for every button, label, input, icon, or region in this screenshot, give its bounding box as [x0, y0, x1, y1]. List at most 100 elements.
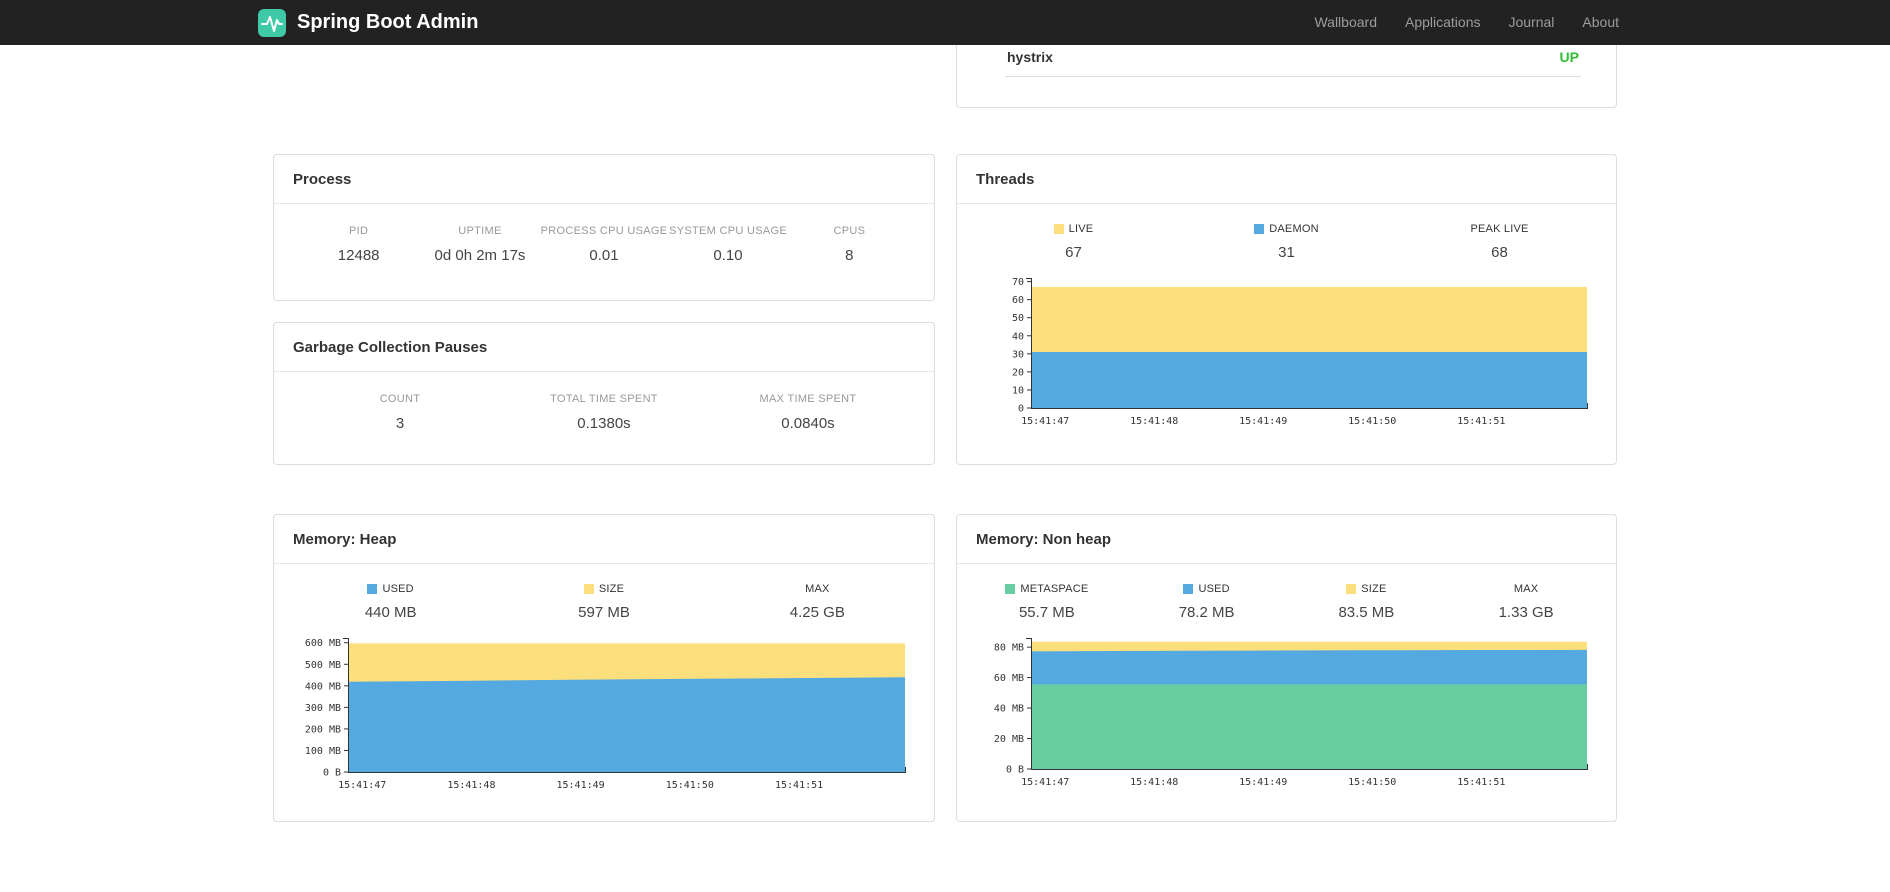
- nonheap-legend: METASPACE 55.7 MB USED 78.2 MB SIZE 83.5…: [957, 564, 1616, 621]
- legend-value: 67: [1065, 244, 1082, 261]
- svg-text:15:41:51: 15:41:51: [1457, 777, 1505, 788]
- svg-text:20 MB: 20 MB: [994, 734, 1024, 745]
- svg-text:15:41:47: 15:41:47: [1021, 777, 1069, 788]
- legend-item-size: SIZE 83.5 MB: [1287, 583, 1447, 621]
- svg-text:15:41:50: 15:41:50: [1348, 416, 1396, 427]
- legend-label: MAX: [805, 583, 830, 595]
- nav-item-about[interactable]: About: [1568, 0, 1633, 45]
- threads-chart: 70 60 50 40 30 20 10 0 15:41:47 15:41:48 15:41:49 1…: [971, 278, 1602, 434]
- svg-text:10: 10: [1012, 385, 1024, 396]
- legend-value: 83.5 MB: [1338, 604, 1395, 621]
- legend-item-live: LIVE 67: [967, 223, 1180, 261]
- metric-value: 0.0840s: [781, 415, 835, 432]
- legend-top: MAX: [711, 583, 924, 595]
- metric-value: 3: [395, 415, 405, 432]
- legend-top: USED: [284, 583, 497, 595]
- brand-title: Spring Boot Admin: [297, 11, 479, 33]
- legend-label: SIZE: [1361, 583, 1387, 595]
- legend-top: METASPACE: [967, 583, 1127, 595]
- legend-top: LIVE: [967, 223, 1180, 235]
- cards-grid: Process PID 12488 UPTIME 0d 0h 2m 17s PR…: [273, 45, 1617, 822]
- metric-label: UPTIME: [458, 225, 502, 237]
- metaspace-swatch-icon: [1005, 584, 1016, 594]
- metric-label: MAX TIME SPENT: [759, 393, 857, 405]
- metric-label: TOTAL TIME SPENT: [550, 393, 658, 405]
- legend-value: 55.7 MB: [1018, 604, 1075, 621]
- legend-top: MAX: [1446, 583, 1606, 595]
- svg-text:15:41:51: 15:41:51: [1457, 416, 1505, 427]
- legend-item-max: MAX 4.25 GB: [711, 583, 924, 621]
- left-column: Process PID 12488 UPTIME 0d 0h 2m 17s PR…: [273, 154, 935, 822]
- brand[interactable]: Spring Boot Admin: [257, 8, 478, 38]
- metric-value: 0d 0h 2m 17s: [434, 247, 526, 264]
- svg-text:15:41:47: 15:41:47: [338, 780, 386, 791]
- metric-value: 12488: [337, 247, 380, 264]
- size-swatch-icon: [1346, 584, 1357, 594]
- legend-top: USED: [1127, 583, 1287, 595]
- legend-value: 440 MB: [364, 604, 417, 621]
- svg-text:15:41:50: 15:41:50: [1348, 777, 1396, 788]
- svg-text:0 B: 0 B: [1006, 765, 1024, 776]
- svg-text:40: 40: [1012, 331, 1024, 342]
- legend-label: LIVE: [1068, 223, 1094, 235]
- process-card-title: Process: [274, 155, 934, 204]
- legend-label: SIZE: [598, 583, 625, 595]
- legend-item-metaspace: METASPACE 55.7 MB: [967, 583, 1127, 621]
- memory-nonheap-card-title: Memory: Non heap: [957, 515, 1616, 564]
- legend-value: 31: [1278, 244, 1295, 261]
- metric-gc-max-time: MAX TIME SPENT 0.0840s: [706, 393, 910, 432]
- svg-text:0 B: 0 B: [323, 768, 341, 779]
- legend-value: 68: [1491, 244, 1508, 261]
- legend-label: USED: [382, 583, 414, 595]
- legend-item-max: MAX 1.33 GB: [1446, 583, 1606, 621]
- legend-item-used: USED 78.2 MB: [1127, 583, 1287, 621]
- used-swatch-icon: [1183, 584, 1194, 594]
- memory-heap-card: Memory: Heap USED 440 MB SIZE 597 MB MAX…: [273, 514, 935, 822]
- svg-text:15:41:50: 15:41:50: [666, 780, 714, 791]
- navbar-inner: Spring Boot Admin Wallboard Applications…: [257, 0, 1633, 45]
- nav-item-journal[interactable]: Journal: [1494, 0, 1568, 45]
- metric-label: SYSTEM CPU USAGE: [669, 225, 787, 237]
- svg-text:15:41:51: 15:41:51: [775, 780, 823, 791]
- right-column: Threads LIVE 67 DAEMON 31 PEAK LIVE 68 7…: [956, 154, 1617, 822]
- legend-value: 597 MB: [578, 604, 630, 621]
- legend-top: SIZE: [497, 583, 710, 595]
- metric-gc-count: COUNT 3: [298, 393, 502, 432]
- live-swatch-icon: [1053, 224, 1064, 234]
- svg-text:15:41:49: 15:41:49: [1239, 416, 1287, 427]
- legend-label: MAX: [1513, 583, 1539, 595]
- health-status-badge: UP: [1559, 49, 1579, 65]
- metric-system-cpu: SYSTEM CPU USAGE 0.10: [667, 225, 788, 264]
- metric-cpus: CPUS 8: [789, 225, 910, 264]
- svg-text:60 MB: 60 MB: [994, 673, 1024, 684]
- svg-text:300 MB: 300 MB: [305, 703, 341, 714]
- metric-label: COUNT: [379, 393, 421, 405]
- legend-value: 78.2 MB: [1178, 604, 1235, 621]
- legend-label: USED: [1198, 583, 1230, 595]
- svg-text:400 MB: 400 MB: [305, 681, 341, 692]
- metric-value: 8: [845, 247, 854, 264]
- svg-text:600 MB: 600 MB: [305, 638, 341, 649]
- size-swatch-icon: [583, 584, 594, 594]
- nav-item-wallboard[interactable]: Wallboard: [1300, 0, 1391, 45]
- svg-text:15:41:47: 15:41:47: [1021, 416, 1069, 427]
- gc-card: Garbage Collection Pauses COUNT 3 TOTAL …: [273, 322, 935, 465]
- svg-text:15:41:48: 15:41:48: [1130, 777, 1178, 788]
- metric-value: 0.1380s: [577, 415, 631, 432]
- threads-card: Threads LIVE 67 DAEMON 31 PEAK LIVE 68 7…: [956, 154, 1617, 465]
- metric-label: PID: [349, 225, 369, 237]
- metric-pid: PID 12488: [298, 225, 419, 264]
- svg-text:70: 70: [1012, 278, 1024, 288]
- legend-item-used: USED 440 MB: [284, 583, 497, 621]
- brand-logo-icon: [257, 8, 287, 38]
- navbar: Spring Boot Admin Wallboard Applications…: [0, 0, 1890, 45]
- svg-text:200 MB: 200 MB: [305, 724, 341, 735]
- process-card: Process PID 12488 UPTIME 0d 0h 2m 17s PR…: [273, 154, 935, 301]
- nav-item-applications[interactable]: Applications: [1391, 0, 1495, 45]
- gc-card-title: Garbage Collection Pauses: [274, 323, 934, 372]
- health-indicator-name: hystrix: [1007, 49, 1053, 65]
- legend-label: PEAK LIVE: [1470, 223, 1529, 235]
- svg-text:15:41:48: 15:41:48: [447, 780, 495, 791]
- threads-legend: LIVE 67 DAEMON 31 PEAK LIVE 68: [957, 204, 1616, 261]
- svg-text:15:41:48: 15:41:48: [1130, 416, 1178, 427]
